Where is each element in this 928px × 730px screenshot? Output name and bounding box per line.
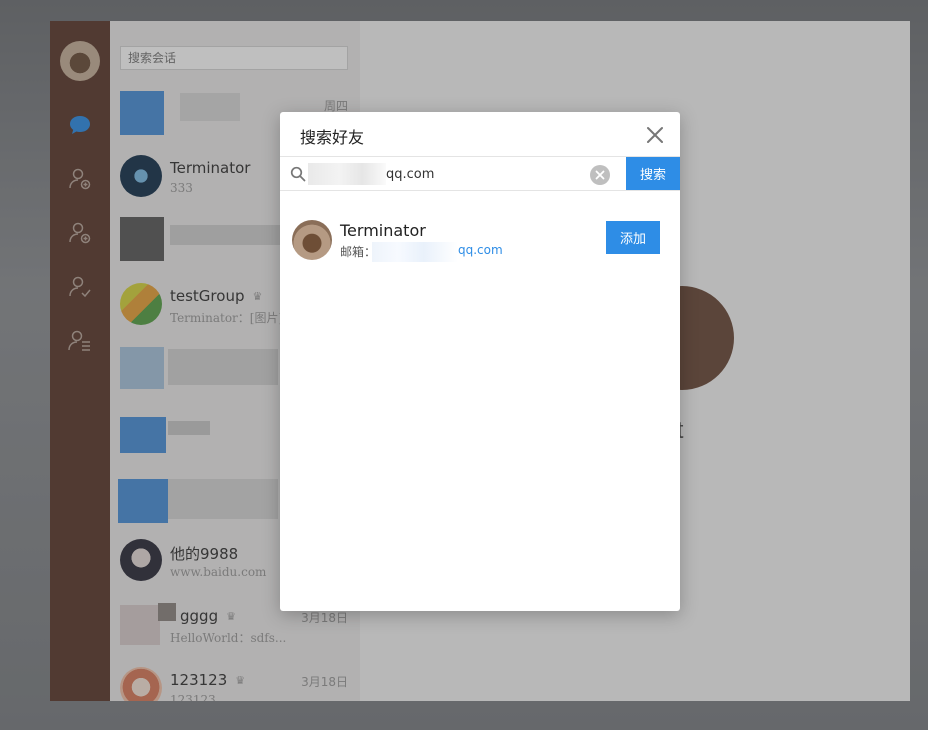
add-friend-button[interactable]: 添加	[606, 221, 660, 254]
result-email-label: 邮箱：	[340, 245, 377, 259]
search-button[interactable]: 搜索	[626, 157, 680, 190]
redacted-email-prefix	[372, 242, 458, 262]
search-friend-dialog: 搜索好友 qq.com 搜索 Terminator 邮箱： qq.com 添加	[280, 112, 680, 611]
redacted-input-prefix	[308, 163, 386, 185]
friend-search-input[interactable]: qq.com	[386, 167, 434, 182]
result-name: Terminator	[340, 221, 426, 240]
avatar	[292, 220, 332, 260]
result-email: qq.com	[458, 243, 503, 257]
friend-search-row: qq.com 搜索	[280, 156, 680, 191]
dialog-title: 搜索好友	[300, 128, 365, 147]
search-icon	[290, 166, 306, 182]
close-icon[interactable]	[644, 124, 666, 146]
clear-icon[interactable]	[590, 165, 610, 185]
